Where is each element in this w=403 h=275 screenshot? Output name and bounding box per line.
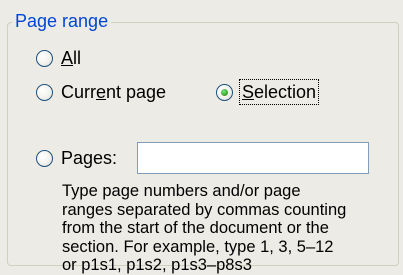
pages-input[interactable]	[137, 142, 369, 174]
radio-selection-circle[interactable]	[216, 83, 233, 101]
radio-current-page-label[interactable]: Current page	[61, 81, 166, 103]
radio-current-page[interactable]: Current page	[36, 80, 166, 104]
help-text: Type page numbers and/or page ranges sep…	[62, 182, 347, 274]
radio-pages[interactable]: Pages:	[36, 146, 117, 170]
radio-selection-label[interactable]: Selection	[238, 79, 320, 105]
radio-all-label[interactable]: All	[61, 47, 81, 69]
group-title: Page range	[12, 10, 112, 32]
radio-current-page-circle[interactable]	[36, 83, 53, 101]
radio-selection[interactable]: Selection	[216, 79, 320, 105]
radio-all[interactable]: All	[36, 46, 81, 70]
radio-all-circle[interactable]	[36, 49, 53, 67]
radio-pages-label[interactable]: Pages:	[61, 147, 117, 169]
radio-pages-circle[interactable]	[36, 149, 53, 167]
